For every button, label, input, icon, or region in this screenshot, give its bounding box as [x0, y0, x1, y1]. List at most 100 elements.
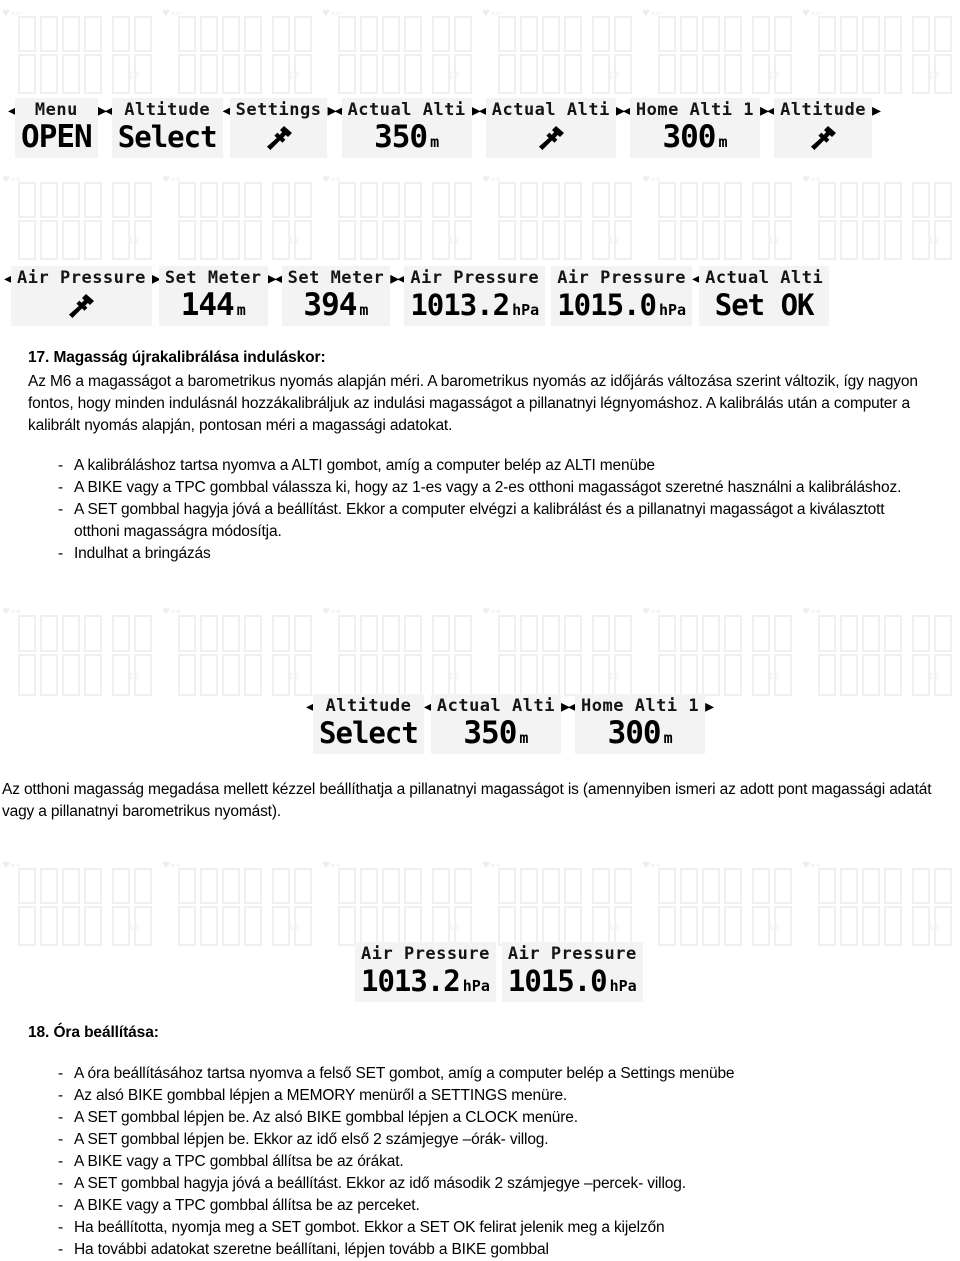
bullet-text: A SET gombbal hagyja jóvá a beállítást. …: [74, 1175, 686, 1192]
lcd-nav-arrow-left[interactable]: ◂: [4, 266, 13, 291]
bullet-dash: -: [58, 1109, 64, 1126]
lcd-nav-arrow-left[interactable]: ◂: [8, 98, 17, 123]
lcd-screen-title: Air Pressure: [17, 268, 146, 288]
watermark-lcd-glyph: 12 ♥»»: [160, 598, 320, 702]
lcd-value-unit: m: [236, 301, 246, 319]
bullet-dash: -: [58, 1153, 64, 1170]
lcd-nav-arrow-right[interactable]: ▸◂: [616, 98, 632, 123]
watermark-lcd-glyph: 12 ♥»»: [480, 0, 640, 100]
lcd-screen-title: Actual Alti: [347, 100, 466, 120]
bullet-text: A óra beállításához tartsa nyomva a fels…: [74, 1065, 735, 1082]
lcd-value-number: 144: [180, 287, 235, 323]
lcd-nav-arrow-right[interactable]: ▸: [872, 98, 881, 123]
lcd-screen: Actual Alti 350 m: [430, 694, 561, 754]
lcd-screen-value: 350 m: [374, 121, 439, 154]
wrench-icon-svg: [811, 125, 837, 150]
bullet-dash: -: [58, 1065, 64, 1082]
lcd-value-number: OPEN: [21, 119, 93, 155]
lcd-screen-value: 350 m: [463, 717, 528, 750]
bullet-item: - Ha további adatokat szeretne beállítani…: [28, 1239, 928, 1261]
lcd-screen-title: Altitude: [124, 100, 211, 120]
bullet-text: A BIKE vagy a TPC gombbal állítsa be az …: [74, 1197, 420, 1214]
lcd-value-unit: m: [430, 133, 440, 151]
watermark-lcd-glyph: 12 ♥»»: [480, 852, 640, 952]
lcd-screen: Air Pressure: [11, 266, 152, 326]
bullet-dash: -: [58, 1241, 64, 1258]
lcd-nav-arrow-right[interactable]: ▸◂: [98, 98, 114, 123]
lcd-screen: Air Pressure 1013.2 hPa: [404, 266, 546, 326]
lcd-value-number: 1013.2: [410, 288, 510, 322]
watermark-lcd-glyph: 12 ♥»»: [0, 852, 160, 952]
lcd-value-unit: m: [718, 133, 728, 151]
lcd-row-top-1: ◂ Menu OPEN ▸◂ Altitude Select ◂ Settings ▸◂ Actu…: [8, 98, 881, 158]
lcd-value-number: 1013.2: [361, 964, 461, 998]
bullet-dash: -: [58, 479, 64, 496]
lcd-nav-arrow-left[interactable]: ◂: [306, 694, 315, 719]
lcd-screen: Actual Alti Set OK: [699, 266, 830, 326]
bullet-text: A SET gombbal lépjen be. Az alsó BIKE go…: [74, 1109, 578, 1126]
lcd-screen: Altitude Select: [111, 98, 223, 158]
lcd-screen: Home Alti 1 300 m: [575, 694, 706, 754]
bullet-item: -A SET gombbal lépjen be. Ekkor az idő e…: [28, 1129, 928, 1151]
lcd-screen-title: Altitude: [325, 696, 412, 716]
lcd-nav-arrow-right[interactable]: ▸◂: [327, 98, 343, 123]
note-paragraph: Az otthoni magasság megadása mellett kéz…: [2, 781, 932, 820]
watermark-lcd-glyph: 12 ♥»»: [640, 0, 800, 100]
lcd-screen-title: Air Pressure: [410, 268, 540, 288]
lcd-value-number: 1015.0: [557, 288, 657, 322]
lcd-screen-title: Air Pressure: [507, 944, 637, 964]
lcd-screen: Menu OPEN: [15, 98, 98, 158]
bullet-item: - A BIKE vagy a TPC gombbal állítsa be a…: [28, 1195, 928, 1217]
watermark-band-second: 12♥»»12♥»»12♥»»12♥»»12♥»»12♥»»12♥»»: [0, 166, 960, 266]
bullet-item: -A SET gombbal hagyja jóvá a beállítást.…: [28, 499, 918, 543]
bullet-item: - Az alsó BIKE gombbal lépjen a MEMORY me…: [28, 1085, 928, 1107]
lcd-screen: Air Pressure 1015.0 hPa: [501, 942, 643, 1002]
lcd-nav-arrow-right[interactable]: ◂: [692, 266, 701, 291]
bullet-text: A kalibráláshoz tartsa nyomva a ALTI gom…: [74, 457, 655, 474]
watermark-lcd-glyph: 12 ♥»»: [160, 166, 320, 266]
lcd-nav-arrow-right[interactable]: ▸◂: [561, 694, 577, 719]
wrench-icon: [66, 289, 96, 322]
lcd-nav-arrow-right[interactable]: ▸◂: [472, 98, 488, 123]
lcd-value-unit: hPa: [658, 301, 687, 319]
lcd-screen-title: Altitude: [780, 100, 866, 120]
lcd-screen-value: 1013.2 hPa: [410, 289, 539, 322]
lcd-screen-value: 1015.0 hPa: [557, 289, 686, 322]
lcd-screen-value: 300 m: [608, 717, 673, 750]
lcd-screen: Settings: [229, 98, 328, 158]
watermark-band-top: 12♥»»12♥»»12♥»»12♥»»12♥»»12♥»»12♥»»: [0, 0, 960, 100]
lcd-nav-arrow-right[interactable]: ▸◂: [760, 98, 776, 123]
bullet-item: -A BIKE vagy a TPC gombbal válassza ki, …: [28, 477, 918, 499]
lcd-nav-arrow-right[interactable]: ▸◂: [268, 266, 284, 291]
watermark-lcd-glyph: 12 ♥»»: [320, 598, 480, 702]
watermark-lcd-glyph: 12 ♥»»: [800, 0, 960, 100]
lcd-nav-arrow-right[interactable]: ◂: [223, 98, 232, 123]
lcd-value-number: Select: [117, 120, 218, 154]
section-18-heading: 18. Óra beállítása:: [28, 1024, 159, 1041]
watermark-lcd-glyph: 12 ♥»»: [0, 0, 160, 100]
section-17-heading: 17. Magasság újrakalibrálása induláskor:: [28, 349, 326, 366]
lcd-nav-arrow-right[interactable]: ◂: [424, 694, 433, 719]
bullet-item: -A óra beállításához tartsa nyomva a fel…: [28, 1063, 928, 1085]
bullet-text: Ha beállította, nyomja meg a SET gombot.…: [74, 1219, 665, 1236]
wrench-icon-svg: [538, 125, 564, 150]
lcd-screen-value: Select: [117, 120, 218, 154]
lcd-value-unit: m: [359, 301, 369, 319]
lcd-screen-title: Home Alti 1: [581, 696, 700, 716]
lcd-nav-arrow-right[interactable]: ▸: [705, 694, 714, 719]
lcd-value-number: 394: [303, 287, 357, 323]
section-17-paragraph: Az M6 a magasságot a barometrikus nyomás…: [28, 373, 918, 434]
lcd-row-top-2: ◂ Air Pressure ▸ Set Meter 144 m ▸◂ Set Meter 39…: [4, 266, 830, 326]
lcd-screen-value: 1013.2 hPa: [361, 965, 490, 998]
lcd-screen: Set Meter 144 m: [158, 266, 268, 326]
lcd-nav-arrow-right[interactable]: ▸◂: [390, 266, 406, 291]
lcd-value-unit: m: [663, 729, 673, 747]
lcd-screen-title: Settings: [235, 100, 322, 120]
watermark-lcd-glyph: 12 ♥»»: [160, 0, 320, 100]
watermark-lcd-glyph: 12 ♥»»: [320, 852, 480, 952]
bullet-text: A SET gombbal lépjen be. Ekkor az idő el…: [74, 1131, 549, 1148]
lcd-nav-arrow-right[interactable]: ▸: [152, 266, 161, 291]
lcd-screen-title: Actual Alti: [491, 100, 610, 120]
lcd-screen: Air Pressure 1015.0 hPa: [551, 266, 693, 326]
watermark-lcd-glyph: 12 ♥»»: [640, 598, 800, 702]
